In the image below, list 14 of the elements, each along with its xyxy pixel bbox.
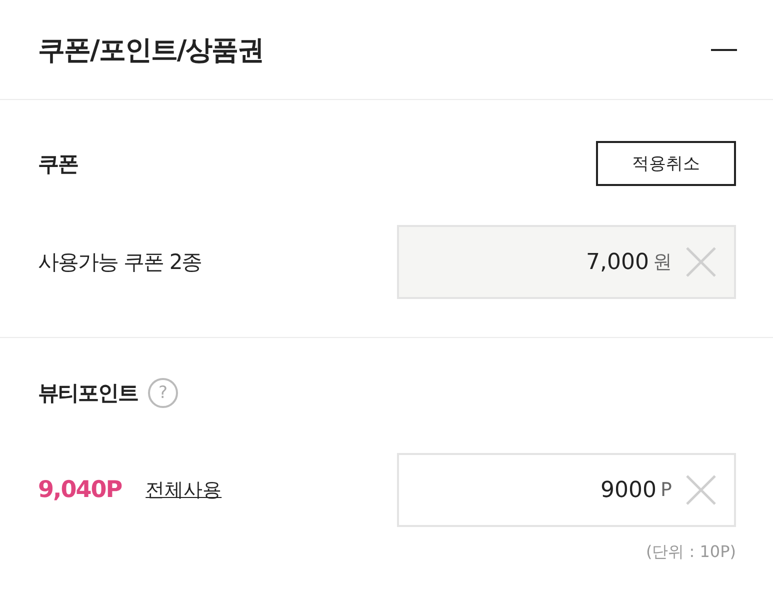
use-all-link[interactable]: 전체사용	[146, 477, 222, 503]
amount-field[interactable]: 9000 P	[397, 453, 736, 527]
section-title: 쿠폰/포인트/상품권	[38, 34, 264, 68]
coupon-heading: 쿠폰	[38, 150, 78, 178]
points-balance: 9,040P	[38, 477, 122, 503]
unit-label: 원	[653, 250, 672, 275]
unit-note: (단위 : 10P)	[646, 542, 736, 561]
unit-label: P	[660, 479, 672, 501]
amount-value: 7,000	[586, 250, 649, 274]
clear-icon[interactable]	[686, 475, 716, 505]
amount-value: 9000	[600, 478, 657, 502]
cancel-apply-button[interactable]: 적용취소	[596, 141, 736, 186]
points-heading: 뷰티포인트	[38, 380, 138, 407]
coupon-count-label: 사용가능 쿠폰 2종	[38, 249, 202, 276]
